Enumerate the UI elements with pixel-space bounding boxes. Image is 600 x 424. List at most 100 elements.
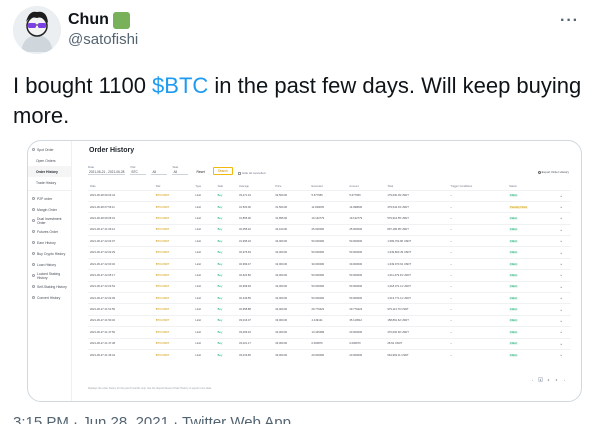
menu-icon [32, 148, 35, 151]
table-row[interactable]: 2021-06-27 22:02:09 BTC/USDT Limit Buy 32,34… [88, 291, 571, 304]
sidebar-item[interactable]: P2P order [28, 193, 71, 204]
expand-row-icon[interactable]: ▸ [558, 189, 571, 202]
table-cell: Limit [193, 348, 216, 361]
table-cell: 1,649,803.49 USDT [385, 246, 449, 259]
table-cell: Buy [215, 337, 237, 350]
table-row[interactable]: 2021-06-27 21:47:48 BTC/USDT Limit Buy 33,02… [88, 337, 571, 350]
date-range-input[interactable]: 2021-06-21 - 2021-06-28 [88, 170, 126, 175]
expand-row-icon[interactable]: ▸ [558, 326, 571, 339]
table-row[interactable]: 2021-06-27 22:03:54 BTC/USDT Limit Buy 32,99… [88, 280, 571, 293]
table-cell: Limit [193, 212, 216, 225]
sidebar-item[interactable]: Dual Investment Order [28, 215, 71, 226]
status-badge: Filled [509, 216, 518, 220]
sidebar-item-label: Margin Order [37, 207, 57, 212]
menu-icon [32, 285, 35, 288]
page-title: Order History [89, 147, 135, 154]
sidebar-item[interactable]: Self-Staking History [28, 281, 71, 292]
table-cell: 50.000000 [347, 269, 386, 282]
search-button[interactable]: Search [212, 167, 233, 175]
table-cell: Buy [215, 348, 237, 361]
menu-icon [32, 263, 35, 266]
sidebar-item-label: Futures Order [37, 229, 59, 234]
sidebar-item[interactable]: Locked Staking History [28, 270, 71, 281]
expand-row-icon[interactable]: ▸ [558, 303, 571, 316]
expand-row-icon[interactable]: ▸ [558, 314, 571, 327]
expand-row-icon[interactable]: ▸ [558, 291, 571, 304]
sidebar-divider [28, 188, 71, 191]
side-select[interactable]: All [172, 170, 189, 175]
sidebar-item[interactable]: Futures Order [28, 226, 71, 237]
pair-filter[interactable]: Pair BTC [130, 165, 147, 175]
table-cell: 20.000000 [347, 326, 386, 339]
sidebar-item[interactable]: Margin Order [28, 204, 71, 215]
table-row[interactable]: 2021-06-27 21:50:32 BTC/USDT Limit Buy 33,01… [88, 314, 571, 327]
orders-sidebar: Spot Order Open Orders Order History Trade … [28, 141, 72, 401]
sidebar-item[interactable]: Spot Order [28, 144, 71, 155]
expand-row-icon[interactable]: ▸ [558, 269, 571, 282]
sidebar-item[interactable]: Open Orders [28, 155, 71, 166]
page-button[interactable]: 3 [554, 377, 559, 382]
avatar[interactable] [13, 6, 61, 54]
page-button[interactable]: 1 [538, 377, 543, 382]
table-row[interactable]: 2021-06-27 22:05:17 BTC/USDT Limit Buy 32,62… [88, 269, 571, 282]
expand-row-icon[interactable]: ▸ [558, 212, 571, 225]
table-row[interactable]: 2021-06-28 09:03:44 BTC/USDT Limit Buy 33,47… [88, 189, 571, 202]
expand-row-icon[interactable]: ▸ [558, 257, 571, 270]
expand-row-icon[interactable]: ▸ [558, 246, 571, 259]
sidebar-item[interactable]: Earn History [28, 237, 71, 248]
table-cell: 30.000000 [347, 257, 386, 270]
reset-button[interactable]: Reset [193, 169, 207, 175]
sidebar-item[interactable]: Trade History [28, 177, 71, 188]
filter-bar: Date 2021-06-21 - 2021-06-28 Pair BTC Al… [88, 163, 265, 175]
table-cell: Limit [193, 200, 216, 213]
pair-quote-filter[interactable]: All [151, 169, 168, 175]
sidebar-item[interactable]: Buy Crypto History [28, 248, 71, 259]
status-cell: Filled [507, 314, 559, 327]
table-cell: BTC/USDT [153, 337, 194, 350]
table-row[interactable]: 2021-06-27 22:04:07 BTC/USDT Limit Buy 31,99… [88, 235, 571, 247]
table-cell: Limit [193, 280, 216, 293]
table-cell: 33,000.00 [273, 314, 310, 327]
table-cell: – [448, 303, 508, 316]
next-page-button[interactable]: › [562, 377, 567, 382]
page-button[interactable]: 2 [546, 377, 551, 382]
tweet-timestamp[interactable]: 3:15 PM · Jun 28, 2021 · Twitter Web App [13, 414, 291, 424]
export-button[interactable]: Export Order History [537, 170, 569, 174]
user-handle[interactable]: @satofishi [68, 31, 138, 48]
table-cell: 50.000000 [309, 269, 348, 282]
attached-image[interactable]: Spot Order Open Orders Order History Trade … [27, 140, 582, 402]
expand-row-icon[interactable]: ▸ [558, 200, 571, 213]
table-row[interactable]: 2021-06-27 21:51:56 BTC/USDT Limit Buy 32,95… [88, 303, 571, 316]
table-cell: Buy [215, 189, 237, 202]
sidebar-item[interactable]: Convert History [28, 292, 71, 303]
table-cell: 50.000000 [347, 280, 386, 293]
table-cell: 31,855.00 [273, 212, 310, 225]
table-row[interactable]: 2021-06-27 21:47:56 BTC/USDT Limit Buy 33,06… [88, 326, 571, 339]
hide-cancelled-checkbox[interactable]: Hide all cancelled [237, 171, 265, 175]
table-row[interactable]: 2021-06-27 21:06:12 BTC/USDT Limit Buy 32,05… [88, 223, 571, 236]
expand-row-icon[interactable]: ▸ [558, 280, 571, 293]
cashtag-link[interactable]: $BTC [152, 73, 208, 98]
sidebar-item-label: Trade History [36, 180, 57, 185]
table-cell: Buy [215, 235, 237, 247]
sidebar-item[interactable]: Order History [28, 166, 71, 177]
table-row[interactable]: 2021-06-27 21:46:34 BTC/USDT Limit Buy 33,01… [88, 348, 571, 361]
table-cell: 19.132779 [347, 212, 386, 225]
display-name[interactable]: Chun [68, 11, 130, 29]
date-filter[interactable]: Date 2021-06-21 - 2021-06-28 [88, 165, 126, 175]
table-row[interactable]: 2021-06-28 09:05:01 BTC/USDT Limit Buy 31,85… [88, 212, 571, 225]
pair-base-select[interactable]: BTC [130, 170, 147, 175]
table-row[interactable]: 2021-06-27 22:00:32 BTC/USDT Limit Buy 32,99… [88, 257, 571, 270]
table-row[interactable]: 2021-06-27 22:02:29 BTC/USDT Limit Buy 32,97… [88, 246, 571, 259]
expand-row-icon[interactable]: ▸ [558, 348, 571, 361]
expand-row-icon[interactable]: ▸ [558, 223, 571, 236]
table-cell: 1,599,764.80 USDT [385, 235, 449, 247]
more-options-icon[interactable]: ··· [560, 12, 579, 30]
table-row[interactable]: 2021-06-28 07:56:11 BTC/USDT Limit Buy 31,50… [88, 200, 571, 213]
side-filter[interactable]: Side All [172, 165, 189, 175]
pair-quote-select[interactable]: All [151, 170, 168, 175]
prev-page-button[interactable]: ‹ [530, 377, 535, 382]
expand-row-icon[interactable]: ▸ [558, 235, 571, 247]
sidebar-item[interactable]: Loan History [28, 259, 71, 270]
expand-row-icon[interactable]: ▸ [558, 337, 571, 350]
